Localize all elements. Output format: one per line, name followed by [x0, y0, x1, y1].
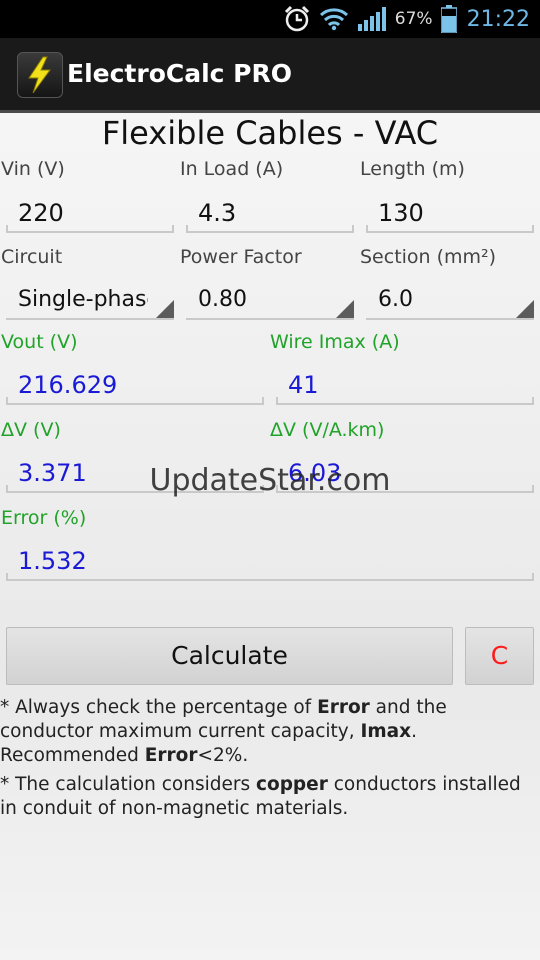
status-bar: 67% 21:22 [0, 0, 540, 38]
vin-label: Vin (V) [1, 158, 65, 180]
watermark: UpdateStar.com [149, 463, 391, 498]
power-factor-label: Power Factor [180, 246, 302, 268]
circuit-select-value: Single-phase [18, 287, 148, 312]
alarm-icon [283, 5, 311, 33]
delta-v-label: ΔV (V) [1, 419, 61, 441]
battery-icon [440, 5, 457, 33]
error-label: Error (%) [1, 507, 87, 529]
length-input[interactable]: 130 [366, 193, 534, 233]
section-label: Section (mm²) [360, 246, 497, 268]
calculate-button[interactable]: Calculate [6, 627, 453, 685]
power-factor-select-value: 0.80 [198, 287, 247, 312]
wire-imax-output[interactable]: 41 [276, 365, 534, 405]
dropdown-arrow-icon [336, 300, 354, 318]
section-select[interactable]: 6.0 [366, 280, 534, 320]
vout-label: Vout (V) [1, 331, 78, 353]
app-bar: ElectroCalc PRO [0, 38, 540, 113]
wifi-icon [319, 7, 349, 31]
lightning-bolt-icon[interactable] [17, 52, 63, 98]
wire-imax-label: Wire Imax (A) [270, 331, 400, 353]
in-load-label: In Load (A) [180, 158, 284, 180]
dropdown-arrow-icon [156, 300, 174, 318]
in-load-input[interactable]: 4.3 [186, 193, 354, 233]
clock: 21:22 [466, 6, 530, 32]
page-title: Flexible Cables - VAC [101, 114, 439, 152]
circuit-label: Circuit [1, 246, 63, 268]
vout-output[interactable]: 216.629 [6, 365, 264, 405]
section-select-value: 6.0 [378, 287, 413, 312]
circuit-select[interactable]: Single-phase [6, 280, 174, 320]
battery-percent: 67% [394, 9, 433, 29]
dropdown-arrow-icon [516, 300, 534, 318]
vin-input[interactable]: 220 [6, 193, 174, 233]
error-output[interactable]: 1.532 [6, 541, 534, 581]
signal-icon [357, 6, 387, 32]
note-error-check: * Always check the percentage of Error a… [0, 697, 447, 766]
power-factor-select[interactable]: 0.80 [186, 280, 354, 320]
app-title: ElectroCalc PRO [67, 59, 293, 88]
note-copper: * The calculation considers copper condu… [0, 774, 521, 819]
delta-v-akm-label: ΔV (V/A.km) [270, 419, 385, 441]
clear-button[interactable]: C [465, 627, 534, 685]
length-label: Length (m) [360, 158, 465, 180]
